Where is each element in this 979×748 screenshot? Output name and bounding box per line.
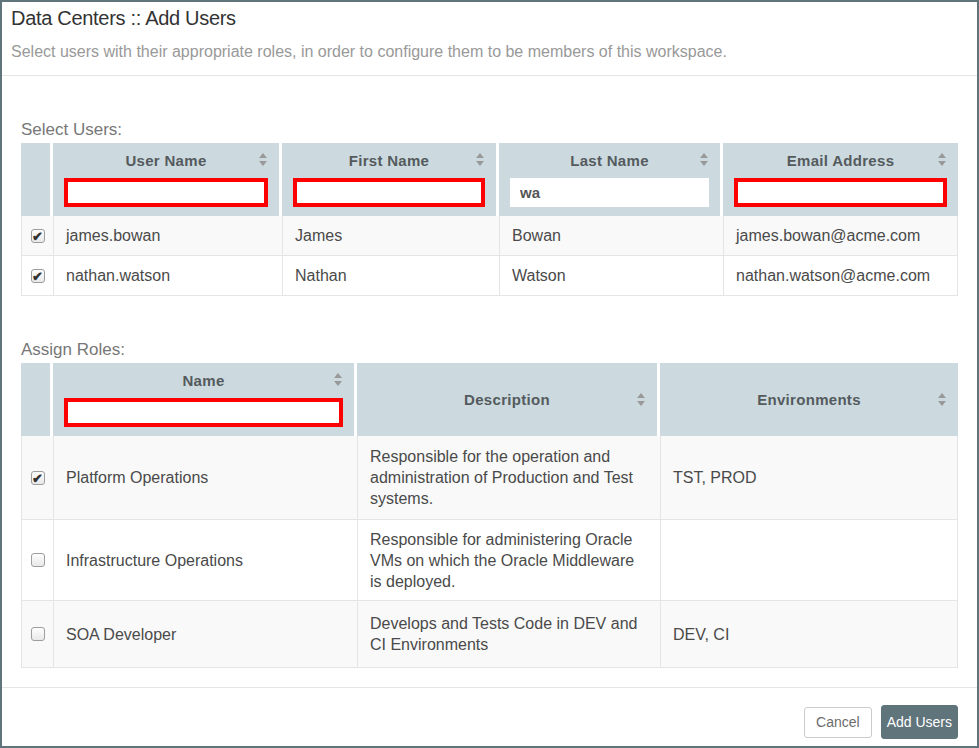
role-cell-environments: DEV, CI — [660, 601, 958, 668]
user-cell-last-name: Bowan — [499, 216, 723, 256]
sort-icon[interactable] — [637, 393, 645, 406]
sort-icon[interactable] — [938, 153, 946, 166]
user-cell-user-name: james.bowan — [53, 216, 282, 256]
roles-header-name[interactable]: Name — [53, 363, 357, 436]
roles-table: Name Description Environments ✔ Platform… — [21, 363, 958, 668]
dialog-header: Data Centers :: Add Users Select users w… — [2, 2, 977, 61]
role-cell-name: Infrastructure Operations — [53, 520, 357, 601]
users-filter-first-name[interactable] — [293, 178, 485, 207]
dialog-subtitle: Select users with their appropriate role… — [11, 43, 967, 61]
role-cell-name: Platform Operations — [53, 436, 357, 520]
sort-icon[interactable] — [334, 373, 342, 386]
roles-table-header: Name Description Environments — [21, 363, 958, 436]
user-row-checkbox[interactable]: ✔ — [31, 229, 45, 243]
roles-table-body: ✔ Platform Operations Responsible for th… — [21, 436, 958, 668]
header-divider — [2, 75, 977, 76]
dialog-content: Select Users: User Name First Name Last … — [2, 120, 977, 668]
user-cell-email: james.bowan@acme.com — [723, 216, 958, 256]
users-table-body: ✔ james.bowan James Bowan james.bowan@ac… — [21, 216, 958, 296]
roles-header-description[interactable]: Description — [357, 363, 660, 436]
user-cell-email: nathan.watson@acme.com — [723, 256, 958, 296]
users-filter-last-name[interactable] — [510, 178, 709, 207]
role-cell-name: SOA Developer — [53, 601, 357, 668]
users-header-last-name[interactable]: Last Name — [499, 143, 723, 216]
sort-icon[interactable] — [938, 393, 946, 406]
user-cell-user-name: nathan.watson — [53, 256, 282, 296]
role-cell-description: Develops and Tests Code in DEV and CI En… — [357, 601, 660, 668]
users-header-email[interactable]: Email Address — [723, 143, 958, 216]
role-row-checkbox[interactable] — [31, 627, 45, 641]
user-cell-first-name: Nathan — [282, 256, 499, 296]
cancel-button[interactable]: Cancel — [804, 707, 872, 738]
add-users-dialog: Data Centers :: Add Users Select users w… — [0, 0, 979, 748]
role-row-infrastructure-operations: Infrastructure Operations Responsible fo… — [21, 520, 958, 601]
role-row-soa-developer: SOA Developer Develops and Tests Code in… — [21, 601, 958, 668]
sort-icon[interactable] — [700, 153, 708, 166]
users-table-header: User Name First Name Last Name Email Add… — [21, 143, 958, 216]
user-cell-first-name: James — [282, 216, 499, 256]
users-header-first-name[interactable]: First Name — [282, 143, 499, 216]
dialog-footer: Cancel Add Users — [2, 688, 977, 739]
users-header-user-name[interactable]: User Name — [53, 143, 282, 216]
users-table: User Name First Name Last Name Email Add… — [21, 143, 958, 296]
users-filter-email[interactable] — [734, 178, 947, 207]
users-filter-user-name[interactable] — [64, 178, 268, 207]
role-cell-environments: TST, PROD — [660, 436, 958, 520]
role-row-platform-operations: ✔ Platform Operations Responsible for th… — [21, 436, 958, 520]
roles-filter-name[interactable] — [64, 398, 343, 427]
sort-icon[interactable] — [259, 153, 267, 166]
role-cell-description: Responsible for the operation and admini… — [357, 436, 660, 520]
user-cell-last-name: Watson — [499, 256, 723, 296]
select-users-label: Select Users: — [21, 120, 958, 140]
roles-header-environments[interactable]: Environments — [660, 363, 958, 436]
dialog-title: Data Centers :: Add Users — [11, 7, 967, 30]
user-row-checkbox[interactable]: ✔ — [31, 269, 45, 283]
assign-roles-label: Assign Roles: — [21, 340, 958, 360]
roles-header-checkbox-column — [21, 363, 53, 436]
user-row-james-bowan: ✔ james.bowan James Bowan james.bowan@ac… — [21, 216, 958, 256]
sort-icon[interactable] — [476, 153, 484, 166]
users-header-checkbox-column — [21, 143, 53, 216]
add-users-button[interactable]: Add Users — [881, 705, 958, 739]
role-row-checkbox[interactable] — [31, 553, 45, 567]
role-cell-description: Responsible for administering Oracle VMs… — [357, 520, 660, 601]
role-cell-environments — [660, 520, 958, 601]
user-row-nathan-watson: ✔ nathan.watson Nathan Watson nathan.wat… — [21, 256, 958, 296]
role-row-checkbox[interactable]: ✔ — [31, 471, 45, 485]
